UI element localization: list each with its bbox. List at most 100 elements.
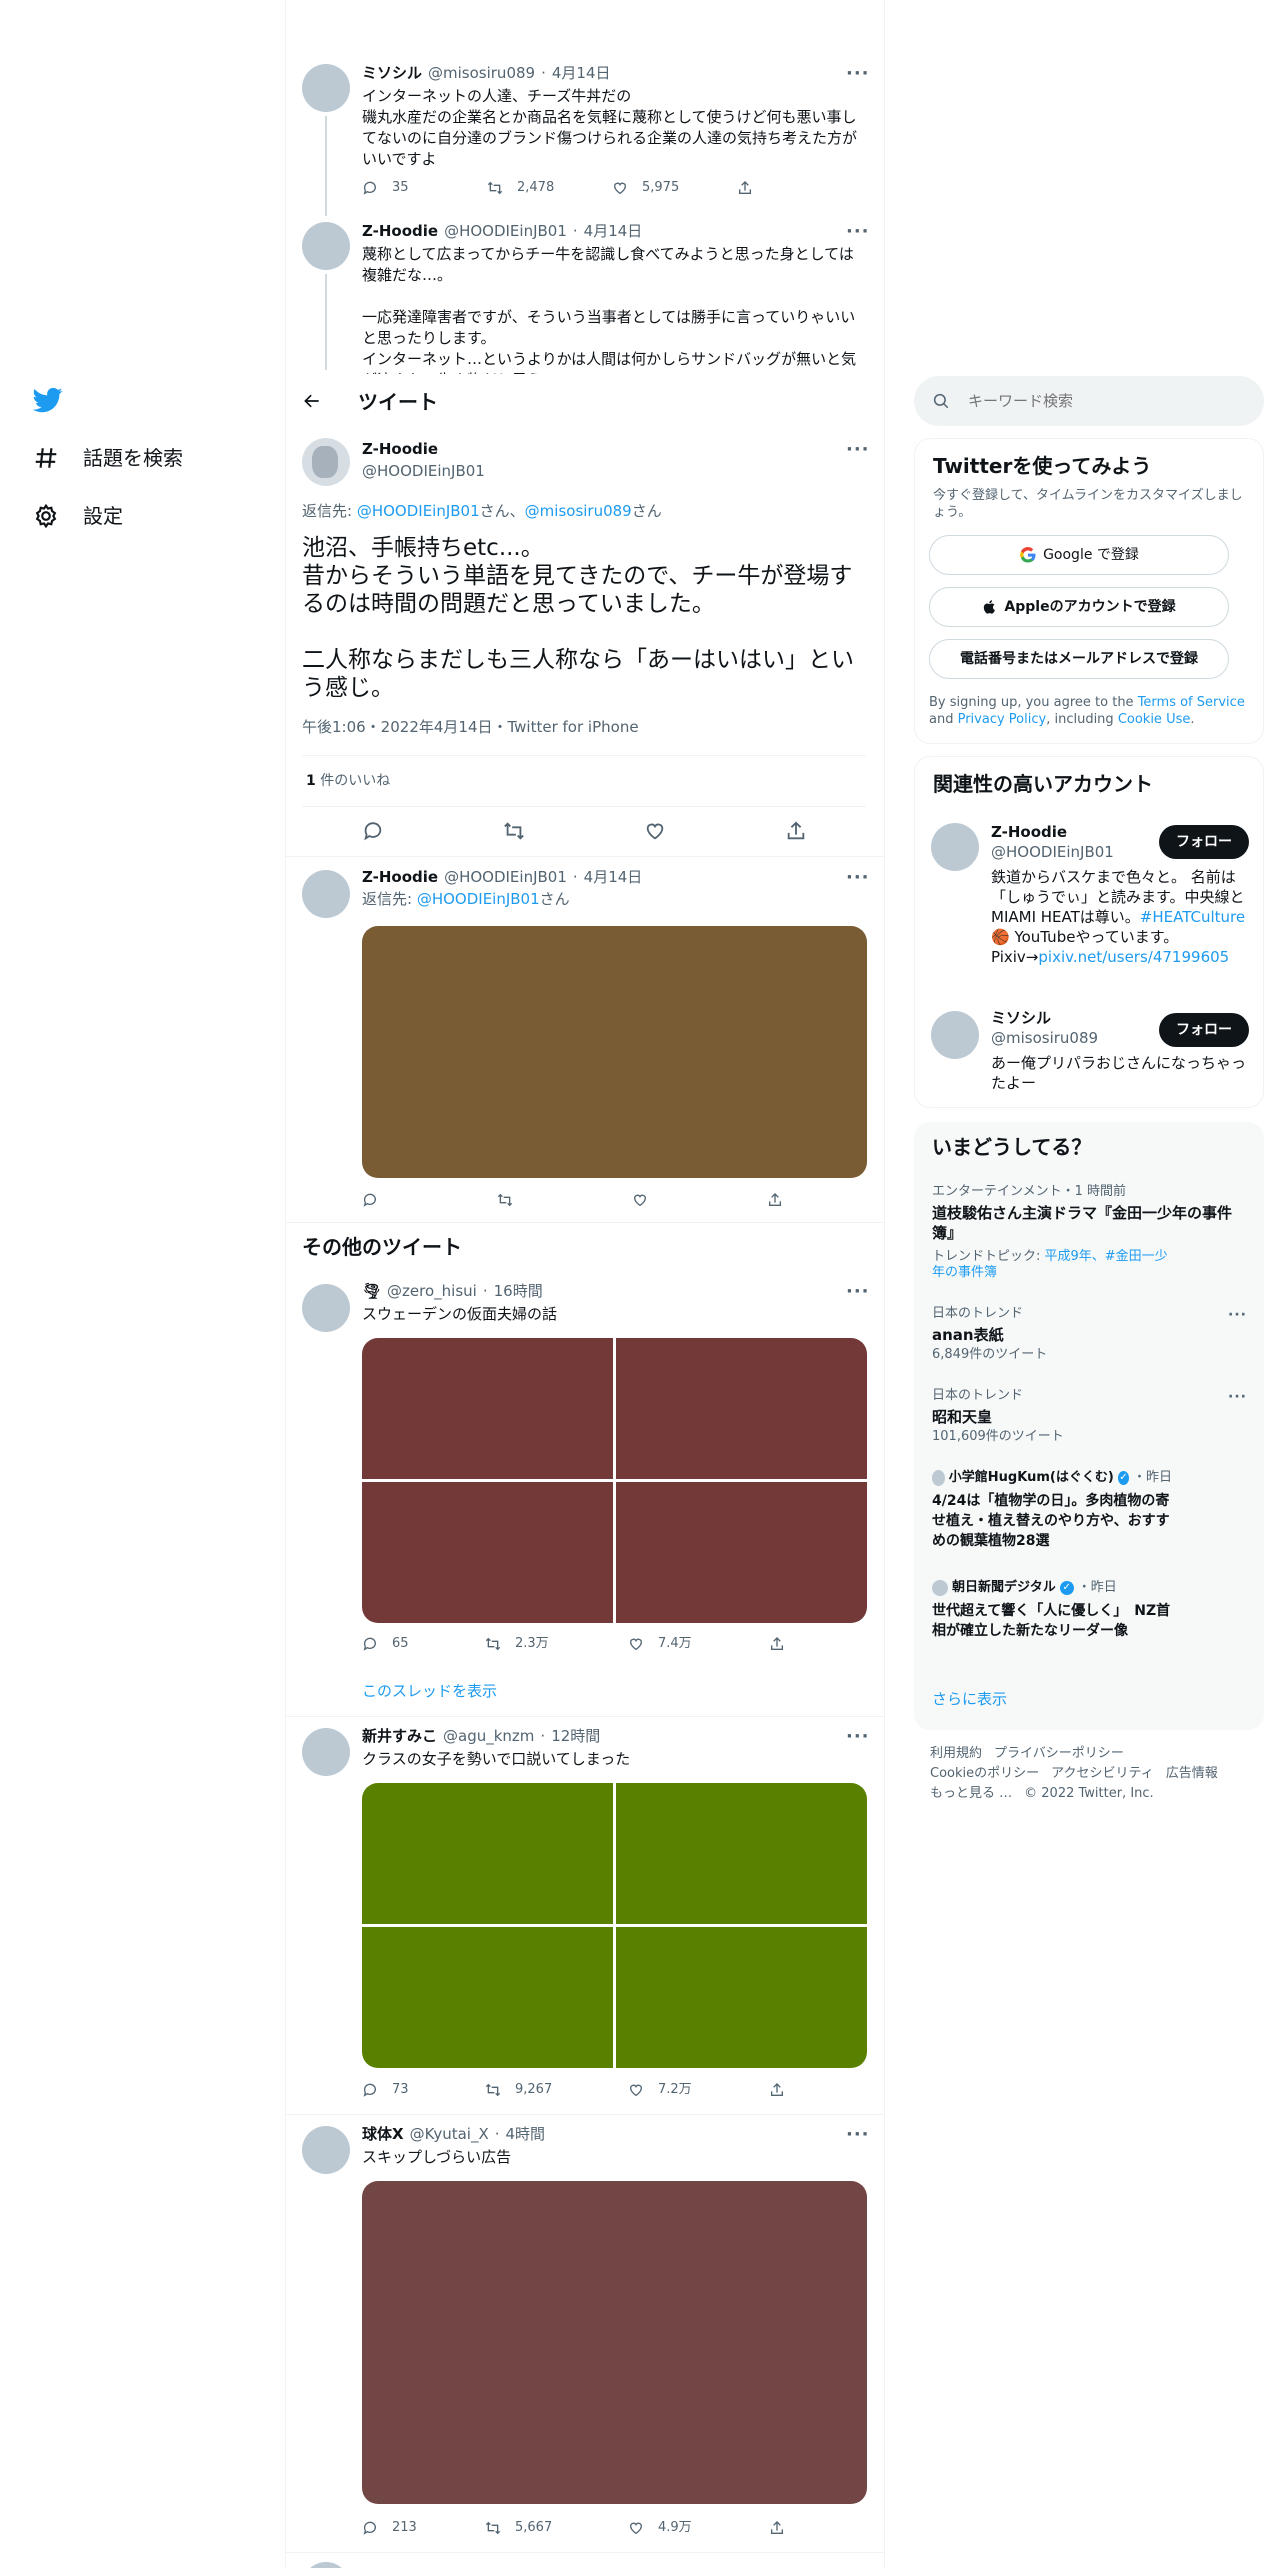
share-button[interactable]: [737, 180, 862, 196]
avatar[interactable]: [302, 438, 350, 486]
show-more-link[interactable]: さらに表示: [932, 1690, 1007, 1710]
reply-mention[interactable]: @HOODIEinJB01: [357, 502, 480, 520]
tweet-date[interactable]: 16時間: [494, 1282, 543, 1302]
more-icon[interactable]: ···: [846, 220, 870, 243]
terms-link[interactable]: Terms of Service: [1138, 695, 1245, 710]
tweet-image[interactable]: [362, 926, 867, 1178]
account-handle[interactable]: @misosiru089: [991, 1029, 1098, 1049]
share-button[interactable]: [769, 1636, 894, 1652]
cookie-link[interactable]: Cookie Use: [1118, 712, 1191, 727]
avatar[interactable]: [931, 823, 979, 871]
trend-item[interactable]: 日本のトレンド anan表紙 6,849件のツイート: [932, 1306, 1252, 1364]
like-button[interactable]: 7.4万: [628, 1636, 769, 1653]
footer-link[interactable]: プライバシーポリシー: [994, 1744, 1124, 1764]
nav-explore[interactable]: 話題を検索: [33, 445, 183, 471]
footer-more-link[interactable]: もっと見る …: [930, 1784, 1012, 1804]
tweet-date[interactable]: 4月14日: [552, 64, 611, 84]
tweet-date[interactable]: 12時間: [551, 1727, 600, 1747]
avatar[interactable]: [302, 1728, 350, 1776]
more-icon[interactable]: ···: [1228, 1388, 1247, 1406]
more-icon[interactable]: ···: [1228, 1306, 1247, 1324]
more-icon[interactable]: ···: [846, 1280, 870, 1303]
author-name[interactable]: 球体X: [362, 2125, 404, 2145]
author-name[interactable]: Z-Hoodie: [362, 222, 438, 242]
account-name[interactable]: ミソシル: [991, 1009, 1051, 1029]
footer-link[interactable]: Cookieのポリシー: [930, 1764, 1039, 1784]
news-item[interactable]: 朝日新聞デジタル ✓ ・昨日 世代超えて響く「人に優しく」 NZ首相が確立した新…: [932, 1580, 1172, 1641]
footer-link[interactable]: 利用規約: [930, 1744, 982, 1764]
reply-button[interactable]: 35: [362, 180, 487, 197]
author-name[interactable]: 新井すみこ: [362, 1727, 437, 1747]
more-icon[interactable]: ···: [846, 2123, 870, 2146]
tweet-image[interactable]: [362, 1927, 613, 2068]
more-icon[interactable]: ···: [846, 866, 870, 889]
avatar[interactable]: [931, 1011, 979, 1059]
privacy-link[interactable]: Privacy Policy: [958, 712, 1047, 727]
follow-button[interactable]: フォロー: [1159, 825, 1249, 859]
like-button[interactable]: 5,975: [612, 180, 737, 197]
avatar[interactable]: [302, 870, 350, 918]
share-button[interactable]: [767, 1192, 892, 1208]
author-name[interactable]: Z-Hoodie: [362, 868, 438, 888]
tweet-image[interactable]: [616, 1338, 867, 1479]
share-button[interactable]: [769, 2520, 894, 2536]
avatar[interactable]: [302, 2126, 350, 2174]
account-handle[interactable]: @HOODIEinJB01: [991, 843, 1114, 863]
retweet-button[interactable]: 2,478: [487, 180, 612, 197]
follow-button[interactable]: フォロー: [1159, 1013, 1249, 1047]
back-arrow-icon[interactable]: [302, 391, 322, 411]
like-button[interactable]: [632, 1192, 767, 1208]
author-handle[interactable]: @misosiru089: [428, 64, 535, 84]
tweet-date[interactable]: 4月14日: [584, 868, 643, 888]
tweet-image[interactable]: [616, 1783, 867, 1924]
reply-button[interactable]: 65: [362, 1636, 485, 1653]
tweet-image[interactable]: [616, 1482, 867, 1623]
footer-link[interactable]: 広告情報: [1166, 1764, 1218, 1784]
tweet-image[interactable]: [362, 1482, 613, 1623]
tweet-date[interactable]: 4月14日: [584, 222, 643, 242]
reply-mention[interactable]: @HOODIEinJB01: [417, 890, 540, 908]
reply-icon[interactable]: [362, 820, 384, 842]
reply-mention[interactable]: @misosiru089: [525, 502, 632, 520]
author-handle[interactable]: @HOODIEinJB01: [444, 868, 567, 888]
show-thread-link[interactable]: このスレッドを表示: [362, 1682, 497, 1702]
tweet-date[interactable]: 4時間: [506, 2125, 546, 2145]
author-name[interactable]: ミソシル: [362, 64, 422, 84]
search-bar[interactable]: [914, 376, 1264, 426]
share-button[interactable]: [769, 2082, 894, 2098]
reply-button[interactable]: 213: [362, 2520, 485, 2537]
retweet-button[interactable]: 2.3万: [485, 1636, 628, 1653]
trend-item[interactable]: エンターテインメント・1 時間前 道枝駿佑さん主演ドラマ『金田一少年の事件簿』 …: [932, 1184, 1252, 1281]
author-name[interactable]: Z-Hoodie: [362, 440, 438, 460]
search-input[interactable]: [968, 392, 1228, 410]
tweet-meta[interactable]: 午後1:06・2022年4月14日・Twitter for iPhone: [302, 718, 639, 738]
more-icon[interactable]: ···: [846, 62, 870, 85]
like-button[interactable]: 7.2万: [628, 2082, 769, 2099]
more-icon[interactable]: ···: [846, 438, 870, 461]
news-item[interactable]: 小学館HugKum(はぐくむ) ✓ ・昨日 4/24は「植物学の日」。多肉植物の…: [932, 1470, 1172, 1551]
twitter-logo-icon[interactable]: [33, 385, 63, 415]
author-handle[interactable]: @HOODIEinJB01: [444, 222, 567, 242]
trend-item[interactable]: 日本のトレンド 昭和天皇 101,609件のツイート: [932, 1388, 1252, 1446]
retweet-icon[interactable]: [503, 820, 525, 842]
author-handle[interactable]: @Kyutai_X: [410, 2125, 489, 2145]
avatar[interactable]: [302, 64, 350, 112]
more-icon[interactable]: ···: [846, 1725, 870, 1748]
tweet-image[interactable]: [362, 2181, 867, 2504]
retweet-button[interactable]: 5,667: [485, 2520, 628, 2537]
tweet-image[interactable]: [616, 1927, 867, 2068]
nav-settings[interactable]: 設定: [33, 503, 123, 529]
account-name[interactable]: Z-Hoodie: [991, 823, 1067, 843]
author-handle[interactable]: @HOODIEinJB01: [362, 462, 485, 482]
share-icon[interactable]: [785, 820, 807, 842]
retweet-button[interactable]: [497, 1192, 632, 1208]
author-handle[interactable]: @zero_hisui: [387, 1282, 477, 1302]
google-signup-button[interactable]: Google で登録: [929, 535, 1229, 575]
retweet-button[interactable]: 9,267: [485, 2082, 628, 2099]
avatar[interactable]: [302, 222, 350, 270]
bio-link[interactable]: pixiv.net/users/47199605: [1038, 948, 1229, 966]
bio-hashtag[interactable]: #HEATCulture: [1140, 908, 1245, 926]
author-handle[interactable]: @agu_knzm: [443, 1727, 534, 1747]
like-button[interactable]: 4.9万: [628, 2520, 769, 2537]
likes-count-link[interactable]: 1 件のいいね: [306, 772, 390, 790]
